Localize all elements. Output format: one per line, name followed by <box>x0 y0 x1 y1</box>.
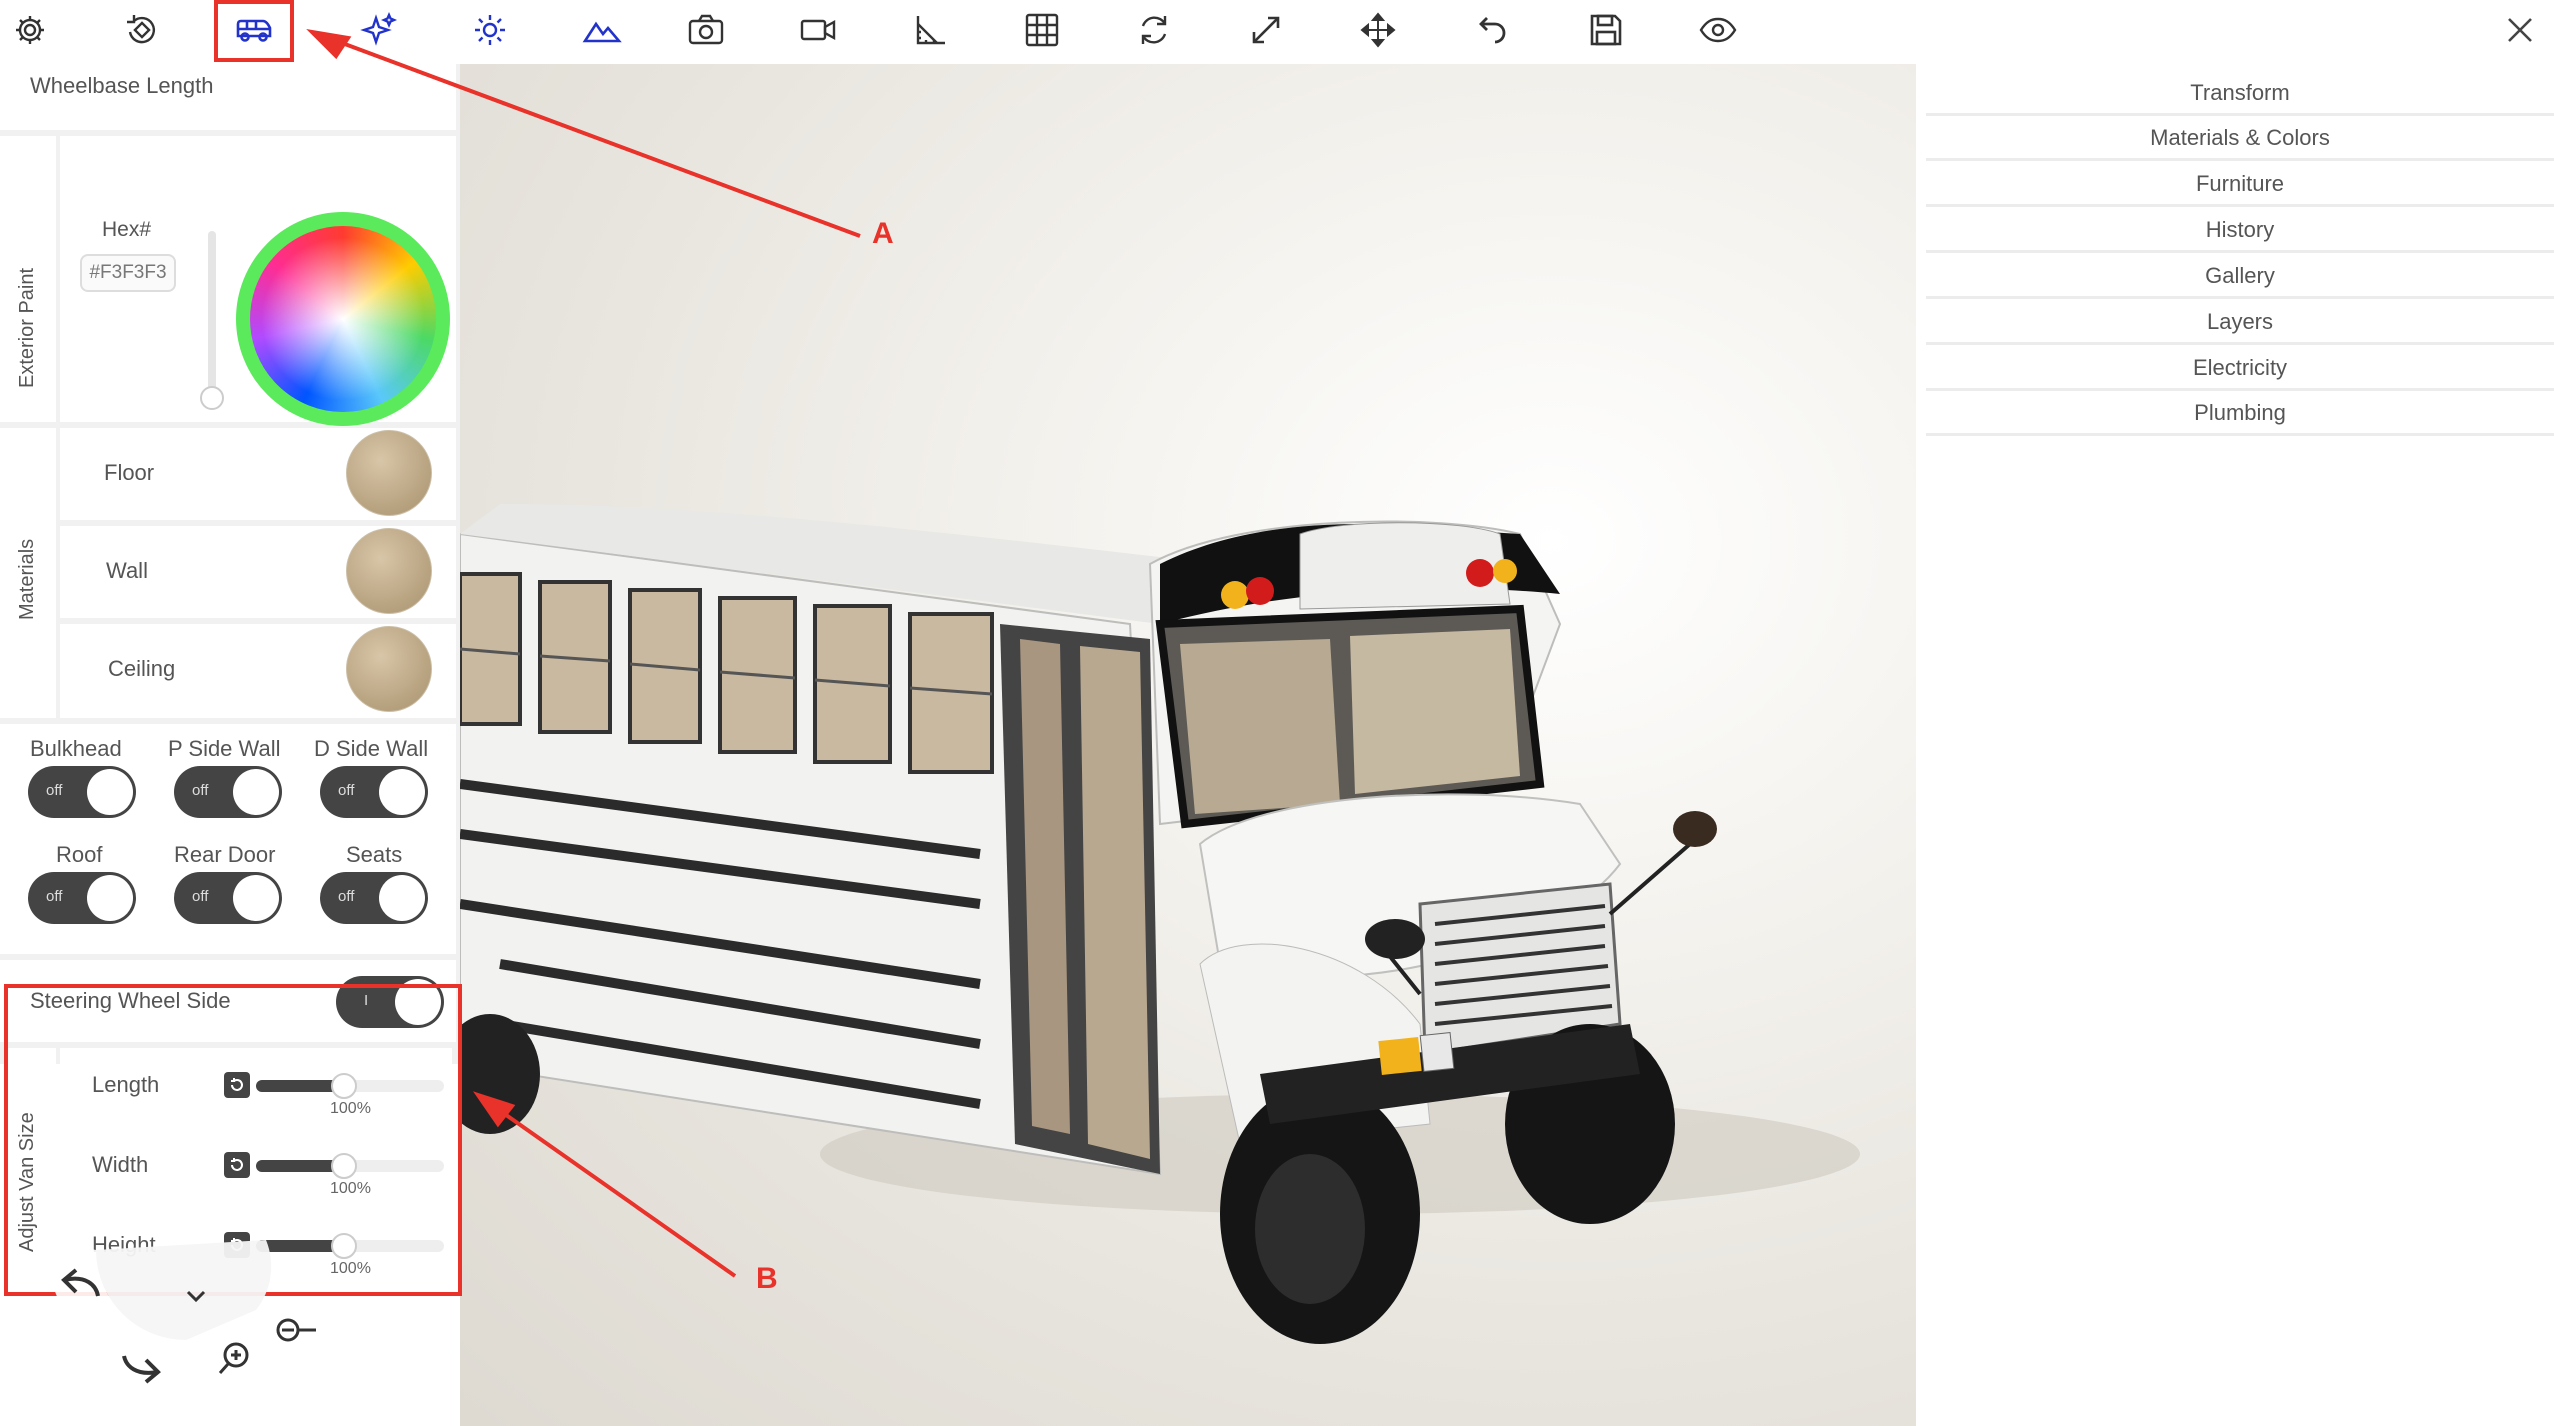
menu-item-gallery[interactable]: Gallery <box>1926 255 2554 299</box>
toggle-state-text: off <box>46 782 63 799</box>
move-icon <box>1360 12 1396 48</box>
right-panel-menu: Transform Materials & Colors Furniture H… <box>1916 64 2554 1426</box>
materials-label: Materials <box>16 538 38 620</box>
eye-icon <box>1699 17 1737 43</box>
wall-material-swatch[interactable] <box>346 528 432 614</box>
hex-value: #F3F3F3 <box>89 262 167 283</box>
top-toolbar <box>0 0 1916 64</box>
material-ceiling-row[interactable]: Ceiling <box>60 624 456 718</box>
toggle-p-side-wall-label: P Side Wall <box>168 736 281 761</box>
toggle-seats-label: Seats <box>346 842 403 867</box>
wheelbase-length-label: Wheelbase Length <box>30 73 214 98</box>
menu-item-transform[interactable]: Transform <box>1926 72 2554 116</box>
menu-item-furniture[interactable]: Furniture <box>1926 163 2554 207</box>
materials-section: Materials <box>0 428 56 718</box>
toggle-bulkhead-label: Bulkhead <box>30 736 122 761</box>
terrain-button[interactable] <box>572 6 632 54</box>
annotation-label-a: A <box>872 217 894 250</box>
video-button[interactable] <box>788 6 848 54</box>
material-floor-row[interactable]: Floor <box>60 428 456 520</box>
brightness-slider[interactable] <box>208 231 216 401</box>
hex-label: Hex# <box>102 218 152 241</box>
menu-item-plumbing[interactable]: Plumbing <box>1926 392 2554 436</box>
undo-icon <box>1479 17 1506 44</box>
toggle-seats[interactable]: off <box>320 872 428 924</box>
van-settings-panel: Wheelbase Length Exterior Paint Hex# #F3… <box>0 64 462 1296</box>
toggle-p-side-wall[interactable]: off <box>174 766 282 818</box>
sun-icon <box>475 15 505 45</box>
color-wheel[interactable] <box>236 212 450 426</box>
toggle-state-text: off <box>192 782 209 799</box>
grid-button[interactable] <box>1012 6 1072 54</box>
toggle-d-side-wall[interactable]: off <box>320 766 428 818</box>
sparkles-icon <box>360 11 398 46</box>
camera-icon <box>688 14 724 45</box>
measure-button[interactable] <box>900 6 960 54</box>
navigation-wheel[interactable] <box>36 1230 346 1400</box>
toggle-state-text: off <box>338 782 355 799</box>
gear-icon <box>16 16 44 44</box>
camera-button[interactable] <box>676 6 736 54</box>
exterior-paint-label: Exterior Paint <box>16 267 38 388</box>
material-floor-label: Floor <box>104 460 155 485</box>
toggle-rear-door-label: Rear Door <box>174 842 276 867</box>
component-toggles: Bulkhead off P Side Wall off D Side Wall… <box>0 724 456 954</box>
close-icon <box>2508 18 2532 42</box>
refresh-icon <box>1141 16 1167 44</box>
undo-button[interactable] <box>1460 6 1520 54</box>
toggle-state-text: off <box>338 888 355 905</box>
close-button[interactable] <box>2492 6 2548 54</box>
grid-icon <box>1025 13 1059 47</box>
menu-item-materials-colors[interactable]: Materials & Colors <box>1926 117 2554 161</box>
toggle-bulkhead[interactable]: off <box>28 766 136 818</box>
terrain-icon <box>582 21 622 43</box>
toggle-d-side-wall-label: D Side Wall <box>314 736 429 761</box>
save-button[interactable] <box>1576 6 1636 54</box>
toggle-roof[interactable]: off <box>28 872 136 924</box>
fullscreen-button[interactable] <box>1236 6 1296 54</box>
material-wall-row[interactable]: Wall <box>60 526 456 618</box>
menu-item-history[interactable]: History <box>1926 209 2554 253</box>
material-ceiling-label: Ceiling <box>108 656 176 681</box>
expand-icon <box>1252 16 1280 44</box>
wheelbase-card[interactable]: Wheelbase Length <box>0 64 456 130</box>
annotation-box-a <box>214 0 294 62</box>
floor-material-swatch[interactable] <box>346 430 432 516</box>
ceiling-material-swatch[interactable] <box>346 626 432 712</box>
toggle-rear-door[interactable]: off <box>174 872 282 924</box>
toggle-roof-label: Roof <box>56 842 103 867</box>
rotate-object-button[interactable] <box>112 6 172 54</box>
rotate-object-icon <box>127 15 155 44</box>
exterior-paint-section: Exterior Paint <box>0 136 56 422</box>
3d-viewport[interactable] <box>460 64 1916 1426</box>
measure-icon <box>916 16 945 45</box>
settings-button[interactable] <box>0 6 60 54</box>
save-icon <box>1590 14 1622 46</box>
toggle-state-text: off <box>46 888 63 905</box>
refresh-button[interactable] <box>1124 6 1184 54</box>
brightness-knob[interactable] <box>200 386 224 410</box>
hex-input[interactable]: #F3F3F3 <box>80 254 176 292</box>
menu-item-layers[interactable]: Layers <box>1926 301 2554 345</box>
material-wall-label: Wall <box>106 558 148 583</box>
exterior-paint-card: Hex# #F3F3F3 <box>60 136 456 426</box>
lighting-button[interactable] <box>460 6 520 54</box>
school-bus-model[interactable] <box>460 64 1916 1426</box>
toggle-state-text: off <box>192 888 209 905</box>
video-icon <box>800 19 836 41</box>
menu-item-electricity[interactable]: Electricity <box>1926 347 2554 391</box>
move-button[interactable] <box>1348 6 1408 54</box>
effects-button[interactable] <box>348 6 408 54</box>
annotation-label-b: B <box>756 1262 778 1295</box>
visibility-button[interactable] <box>1688 6 1748 54</box>
